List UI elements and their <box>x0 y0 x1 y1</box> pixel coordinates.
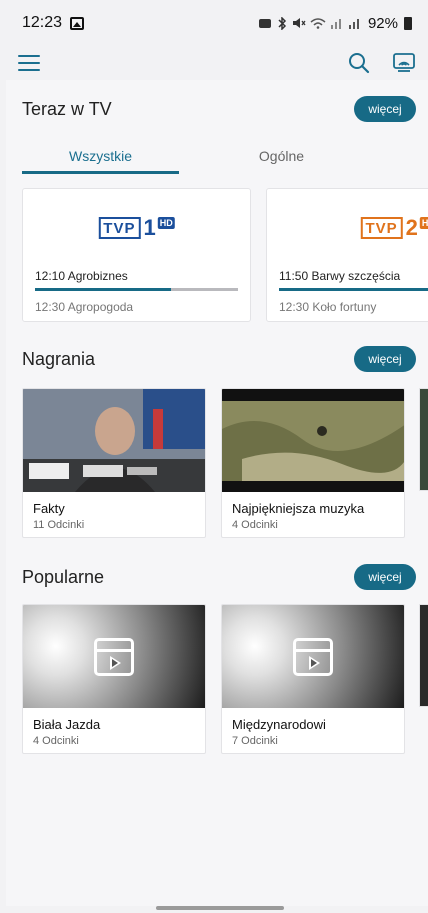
section-header-teraz-w-tv: Teraz w TV więcej <box>22 96 416 122</box>
app-bar-actions <box>348 52 416 74</box>
recording-title-fakty: Fakty <box>33 501 65 516</box>
popular-title-biala-jazda: Biała Jazda <box>33 717 101 732</box>
video-placeholder-icon <box>94 637 134 676</box>
wifi-icon <box>310 18 326 29</box>
recording-card-peek[interactable] <box>419 388 428 491</box>
tvp1-progress-bar <box>35 288 238 291</box>
channel-card-tvp2[interactable]: TVP 2 HD 11:50 Barwy szczęścia 12:30 Koł… <box>266 188 428 322</box>
bluetooth-icon <box>278 16 287 30</box>
popular-card-peek[interactable] <box>419 604 428 707</box>
tvp1-logo: TVP 1 HD <box>98 215 175 240</box>
popular-subtitle-biala-jazda: 4 Odcinki <box>33 735 79 747</box>
section-title-teraz-w-tv: Teraz w TV <box>22 98 112 119</box>
tvp1-logo-number: 1 <box>143 215 156 240</box>
tvp2-logo: TVP 2 HD <box>360 217 428 239</box>
battery-icon <box>404 16 412 30</box>
app-bar <box>0 46 428 80</box>
news-broadcast-image <box>23 389 205 492</box>
status-time: 12:23 <box>22 14 63 31</box>
main-content: Teraz w TV więcej Wszystkie Ogólne TVP 1… <box>6 80 428 906</box>
battery-percent: 92% <box>367 14 398 32</box>
mute-icon <box>292 18 306 28</box>
popular-card-miedzynarodowi[interactable]: Międzynarodowi 7 Odcinki <box>221 604 405 754</box>
tvp2-progress-fill <box>279 288 428 291</box>
alarm-icon <box>258 19 271 28</box>
search-icon[interactable] <box>348 52 370 74</box>
recording-subtitle-fakty: 11 Odcinki <box>33 519 85 531</box>
signal-icon-2 <box>348 19 359 29</box>
more-button-teraz-w-tv[interactable]: więcej <box>354 96 416 122</box>
home-indicator[interactable] <box>156 906 284 910</box>
tvp1-logo-text: TVP <box>98 217 141 239</box>
video-placeholder-icon <box>293 637 333 676</box>
section-header-popularne: Popularne więcej <box>22 564 416 590</box>
channel-card-tvp1[interactable]: TVP 1 HD 12:10 Agrobiznes 12:30 Agropogo… <box>22 188 251 322</box>
status-bar: 12:23 92% <box>0 0 428 46</box>
tvp2-next-program: 12:30 Koło fortuny <box>279 300 377 314</box>
recording-card-fakty[interactable]: Fakty 11 Odcinki <box>22 388 206 538</box>
popular-subtitle-miedzynarodowi: 7 Odcinki <box>232 735 278 747</box>
popular-thumbnail-miedzynarodowi <box>222 605 404 708</box>
signal-icon <box>330 19 341 29</box>
tvp2-logo-hd: HD <box>419 217 428 229</box>
more-button-nagrania[interactable]: więcej <box>354 346 416 372</box>
section-header-nagrania: Nagrania więcej <box>22 346 416 372</box>
nature-scene-image <box>222 389 404 492</box>
tvp1-progress-fill <box>35 288 171 291</box>
tvp1-logo-hd: HD <box>157 217 175 229</box>
recording-thumbnail-fakty <box>23 389 205 492</box>
tvp2-logo-number: 2 <box>405 215 418 240</box>
channel-tabs: Wszystkie Ogólne <box>22 142 412 174</box>
recording-card-najpiekniejsza-muzyka[interactable]: Najpiękniejsza muzyka 4 Odcinki <box>221 388 405 538</box>
tab-wszystkie[interactable]: Wszystkie <box>22 142 179 174</box>
popular-title-miedzynarodowi: Międzynarodowi <box>232 717 326 732</box>
more-button-popularne[interactable]: więcej <box>354 564 416 590</box>
tvp2-logo-text: TVP <box>360 217 403 239</box>
status-icons: 92% <box>258 15 412 32</box>
recording-subtitle-najpiekniejsza-muzyka: 4 Odcinki <box>232 519 278 531</box>
popular-card-biala-jazda[interactable]: Biała Jazda 4 Odcinki <box>22 604 206 754</box>
section-title-nagrania: Nagrania <box>22 348 96 369</box>
hamburger-menu-icon[interactable] <box>18 55 40 71</box>
gallery-notification-icon <box>70 16 85 30</box>
status-time-group: 12:23 <box>22 14 85 32</box>
section-title-popularne: Popularne <box>22 566 105 587</box>
tab-ogolne[interactable]: Ogólne <box>179 142 384 174</box>
popular-thumbnail-biala-jazda <box>23 605 205 708</box>
tvp1-now-playing: 12:10 Agrobiznes <box>35 269 128 283</box>
recording-title-najpiekniejsza-muzyka: Najpiękniejsza muzyka <box>232 501 365 516</box>
recording-thumbnail-najpiekniejsza-muzyka <box>222 389 404 492</box>
tvp1-next-program: 12:30 Agropogoda <box>35 300 134 314</box>
tvp2-now-playing: 11:50 Barwy szczęścia <box>279 269 401 283</box>
cast-icon[interactable] <box>392 52 416 74</box>
tvp2-progress-bar <box>279 288 428 291</box>
